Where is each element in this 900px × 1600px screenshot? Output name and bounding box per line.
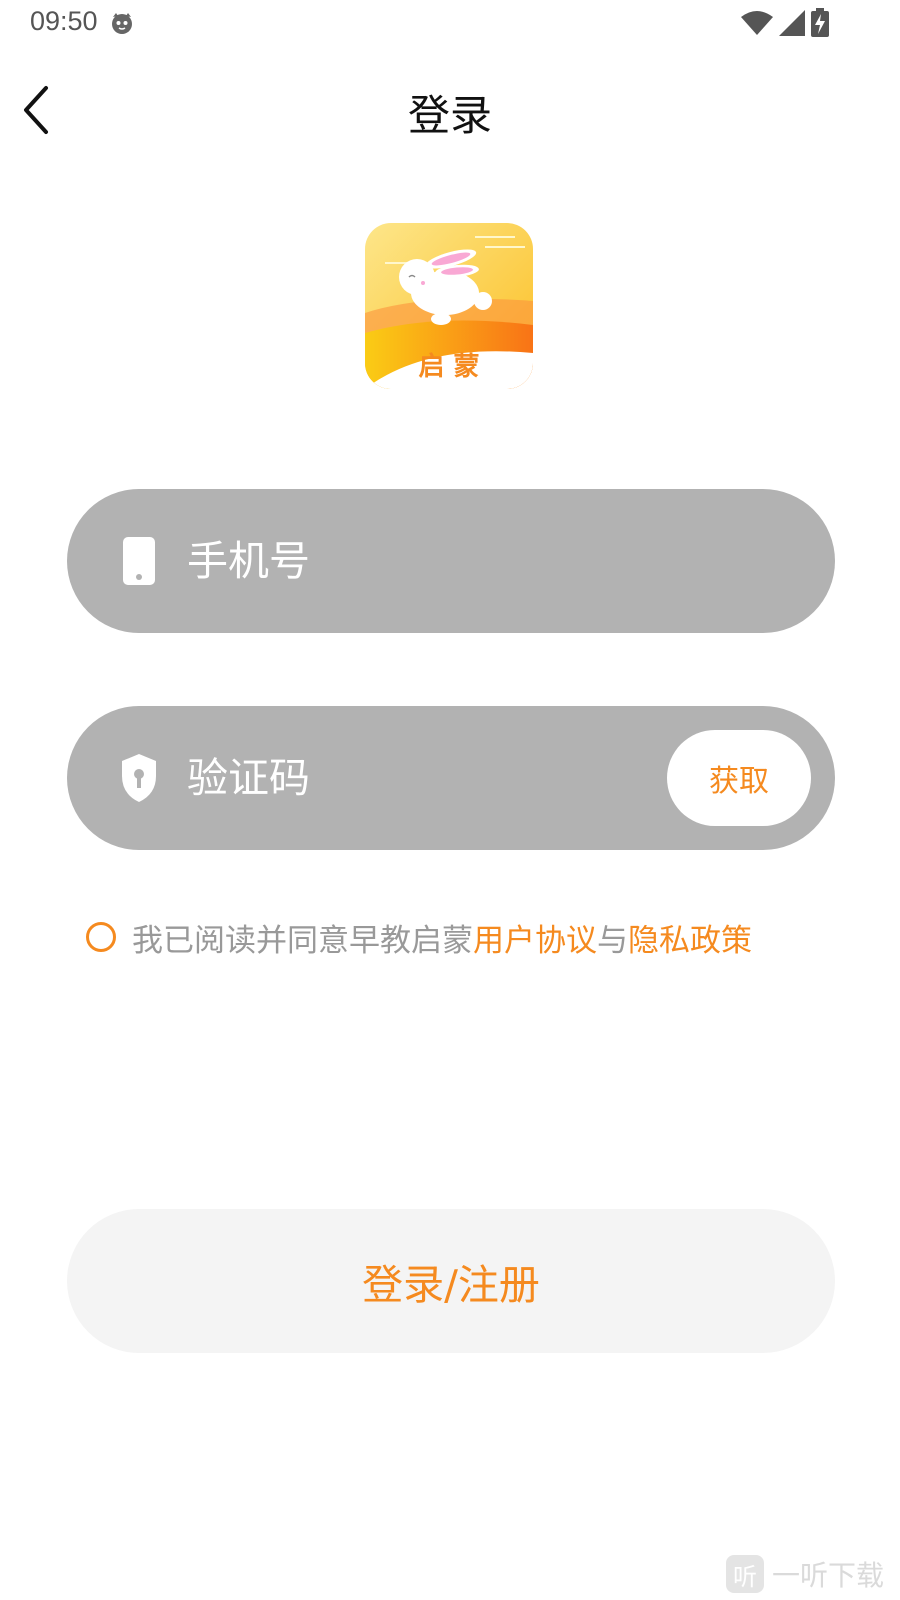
watermark-text: 一听下载	[771, 1559, 884, 1592]
logo-text: 启 蒙	[418, 351, 479, 382]
login-page: 09:50 登录 启 蒙 手机号 验证码 获取 我已阅读并同意早教启蒙 用户协议…	[0, 0, 900, 1600]
verification-code-input[interactable]	[187, 742, 647, 814]
rabbit-logo-icon: 启 蒙	[365, 223, 533, 389]
cell-signal-icon	[779, 10, 805, 36]
status-icons	[740, 8, 830, 38]
watermark-badge: 听	[725, 1555, 764, 1593]
app-logo: 启 蒙	[365, 223, 533, 389]
cat-face-icon	[112, 13, 132, 34]
status-bar: 09:50	[0, 0, 900, 48]
phone-field[interactable]	[67, 489, 835, 633]
agreement-radio[interactable]	[86, 922, 116, 952]
shield-lock-icon	[122, 754, 156, 802]
battery-charging-icon	[811, 8, 829, 37]
user-agreement-link[interactable]: 用户协议	[473, 915, 597, 960]
header: 登录	[0, 60, 900, 160]
agreement-row: 我已阅读并同意早教启蒙 用户协议 与 隐私政策	[86, 912, 752, 962]
page-title: 登录	[407, 91, 492, 140]
wifi-icon	[741, 11, 773, 35]
watermark: 听 一听下载	[725, 1554, 884, 1594]
phone-input[interactable]	[187, 525, 647, 597]
agreement-conjunction: 与	[597, 922, 628, 959]
phone-icon	[123, 537, 155, 585]
login-register-button[interactable]: 登录/注册	[67, 1209, 835, 1353]
status-time: 09:50	[30, 6, 98, 36]
get-code-button[interactable]: 获取	[667, 730, 811, 826]
verification-code-field[interactable]: 获取	[67, 706, 835, 850]
agreement-prefix: 我已阅读并同意早教启蒙	[132, 922, 473, 959]
privacy-policy-link[interactable]: 隐私政策	[628, 915, 752, 960]
